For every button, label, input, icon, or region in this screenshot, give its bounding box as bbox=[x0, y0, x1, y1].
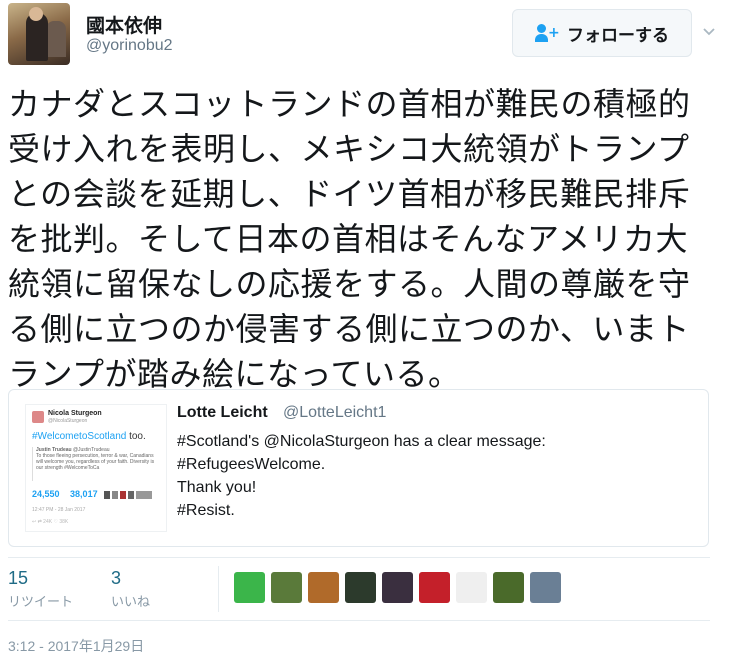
thumb-embedded-text: To those fleeing persecution, terror & w… bbox=[36, 453, 155, 471]
like-count: 3 bbox=[111, 568, 122, 588]
liker-avatar[interactable] bbox=[234, 572, 265, 603]
tweet-text: カナダとスコットランドの首相が難民の積極的 受け入れを表明し、メキシコ大統領がト… bbox=[8, 82, 728, 397]
quoted-line: Thank you! bbox=[177, 479, 257, 496]
author-avatar[interactable] bbox=[8, 3, 70, 65]
retweet-count: 15 bbox=[8, 568, 29, 588]
avatar-bust-shape bbox=[46, 21, 66, 57]
tweet-line: を批判。そして日本の首相はそんなアメリカ大 bbox=[8, 220, 688, 258]
thumb-avatar bbox=[32, 411, 44, 423]
liker-avatar[interactable] bbox=[493, 572, 524, 603]
follow-button[interactable]: + フォローする bbox=[512, 9, 692, 57]
liker-avatar[interactable] bbox=[456, 572, 487, 603]
quoted-author-handle: @LotteLeicht1 bbox=[283, 404, 387, 421]
like-stat[interactable]: 3 いいね bbox=[111, 568, 150, 610]
quoted-tweet-card[interactable]: Nicola Sturgeon @NicolaSturgeon #Welcome… bbox=[8, 389, 709, 547]
tweet-line: 受け入れを表明し、メキシコ大統領がトランプ bbox=[8, 130, 690, 168]
quoted-line: #RefugeesWelcome. bbox=[177, 456, 326, 473]
quoted-tweet-image[interactable]: Nicola Sturgeon @NicolaSturgeon #Welcome… bbox=[25, 404, 167, 532]
quoted-line: #Resist. bbox=[177, 502, 235, 519]
thumb-author: Nicola Sturgeon bbox=[48, 410, 102, 417]
tweet-line: との会談を延期し、ドイツ首相が移民難民排斥 bbox=[8, 175, 691, 213]
thumb-liker-avatars bbox=[104, 491, 152, 499]
liker-avatar[interactable] bbox=[419, 572, 450, 603]
tweet-timestamp[interactable]: 3:12 - 2017年1月29日 bbox=[8, 636, 144, 656]
liker-avatar[interactable] bbox=[271, 572, 302, 603]
thumb-embedded-tweet: Justin Trudeau @JustinTrudeau To those f… bbox=[32, 447, 160, 481]
follow-button-label: フォローする bbox=[567, 25, 669, 46]
tweet-line: カナダとスコットランドの首相が難民の積極的 bbox=[8, 85, 691, 123]
stats-divider bbox=[218, 566, 219, 612]
quoted-tweet-text: #Scotland's @NicolaSturgeon has a clear … bbox=[177, 430, 546, 522]
thumb-stats: 24,550 38,017 bbox=[32, 489, 106, 499]
follow-user-icon: + bbox=[535, 23, 560, 43]
avatar-head-shape bbox=[29, 7, 43, 21]
quoted-line: #Scotland's @NicolaSturgeon has a clear … bbox=[177, 433, 546, 450]
liker-avatar[interactable] bbox=[530, 572, 561, 603]
retweet-label: リツイート bbox=[8, 595, 74, 610]
author-handle[interactable]: @yorinobu2 bbox=[86, 37, 173, 55]
retweet-stat[interactable]: 15 リツイート bbox=[8, 568, 73, 610]
thumb-date: 12:47 PM - 28 Jan 2017 bbox=[32, 507, 86, 513]
thumb-author-handle: @NicolaSturgeon bbox=[48, 418, 88, 424]
liker-avatar[interactable] bbox=[382, 572, 413, 603]
quoted-author-name: Lotte Leicht bbox=[177, 404, 268, 421]
tweet-header: 國本依伸 @yorinobu2 + フォローする bbox=[8, 3, 742, 65]
engagement-stats: 15 リツイート 3 いいね bbox=[8, 557, 710, 621]
thumb-actions: ↩ ⇄ 24K ♡ 38K bbox=[32, 519, 69, 525]
tweet-line: る側に立つのか侵害する側に立つのか、いまト bbox=[8, 310, 690, 348]
liker-avatars bbox=[234, 572, 561, 603]
thumb-retweets: 24,550 bbox=[32, 489, 60, 499]
thumb-likes: 38,017 bbox=[70, 489, 98, 499]
like-label: いいね bbox=[111, 595, 151, 610]
tweet-line: 統領に留保なしの応援をする。人間の尊厳を守 bbox=[8, 265, 691, 303]
thumb-hashtag: #WelcometoScotland too. bbox=[32, 431, 146, 442]
liker-avatar[interactable] bbox=[345, 572, 376, 603]
liker-avatar[interactable] bbox=[308, 572, 339, 603]
chevron-down-icon[interactable] bbox=[702, 25, 716, 39]
author-name[interactable]: 國本依伸 bbox=[86, 11, 162, 38]
